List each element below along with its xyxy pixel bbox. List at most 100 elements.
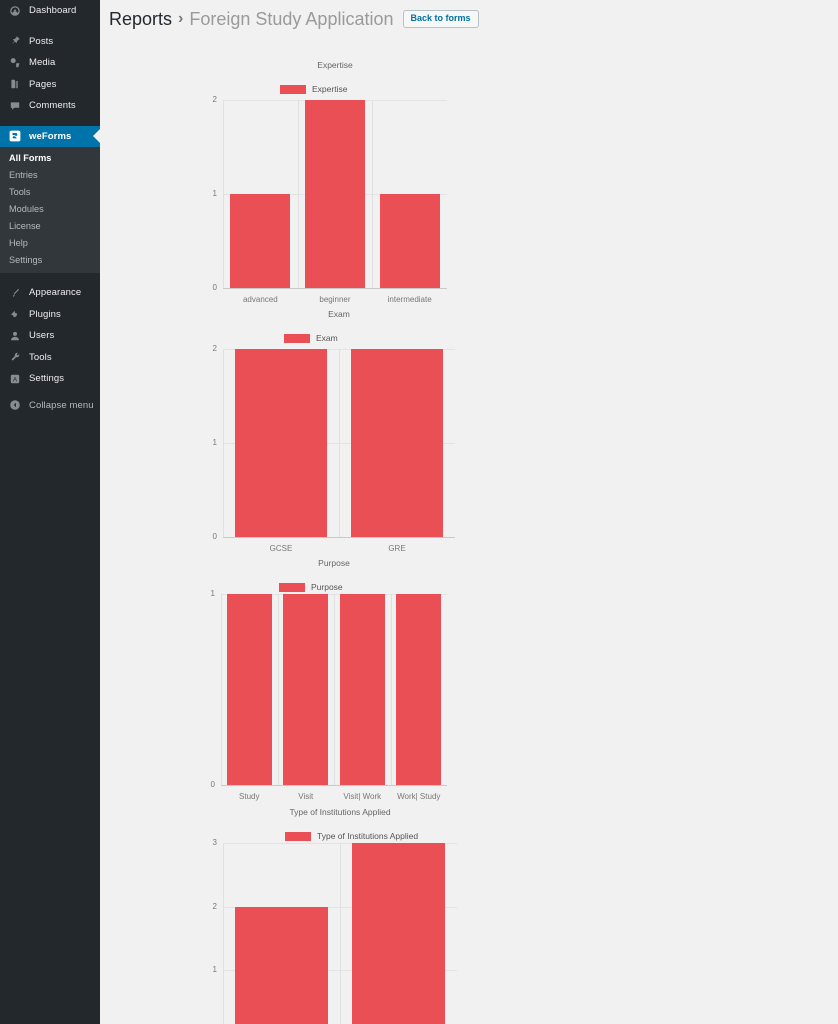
sidebar-item-plugins[interactable]: Plugins	[0, 304, 100, 326]
legend-swatch	[284, 333, 310, 343]
chart-legend[interactable]: Type of Institutions Applied	[285, 831, 418, 841]
chart-bar[interactable]	[283, 594, 329, 785]
submenu-item-all-forms[interactable]: All Forms	[0, 150, 100, 167]
chart-bar[interactable]	[234, 349, 328, 537]
sidebar-item-label: Comments	[29, 100, 76, 112]
chart-bar[interactable]	[339, 594, 385, 785]
svg-text:A: A	[12, 377, 16, 383]
x-axis-line	[221, 785, 447, 786]
x-axis-tick: Visit| Work	[343, 792, 382, 801]
x-axis-tick: advanced	[242, 295, 278, 304]
sidebar-item-dashboard[interactable]: Dashboard	[0, 0, 100, 22]
sidebar-item-label: Pages	[29, 78, 57, 90]
sidebar-item-label: Dashboard	[29, 5, 77, 17]
x-axis-tick: Study	[239, 792, 260, 801]
sidebar-item-comments[interactable]: Comments	[0, 95, 100, 117]
category-gridline	[223, 100, 224, 288]
weforms-submenu: All Forms Entries Tools Modules License …	[0, 147, 100, 273]
y-axis-tick: 2	[212, 344, 217, 353]
sidebar-divider	[0, 273, 100, 282]
chart-bar[interactable]	[351, 843, 446, 1024]
sidebar-item-tools[interactable]: Tools	[0, 347, 100, 369]
sidebar-item-label: Appearance	[29, 287, 82, 299]
chart-bar[interactable]	[234, 906, 329, 1024]
x-axis-line	[223, 288, 447, 289]
sidebar-divider	[0, 22, 100, 31]
category-gridline	[223, 843, 224, 1024]
breadcrumb-reports[interactable]: Reports	[109, 9, 172, 30]
comment-icon	[8, 99, 21, 112]
weforms-icon	[8, 130, 21, 143]
x-axis-tick: Work| Study	[397, 792, 441, 801]
collapse-icon	[8, 399, 21, 412]
chart-bar[interactable]	[396, 594, 442, 785]
submenu-item-modules[interactable]: Modules	[0, 201, 100, 218]
sidebar-item-label: Collapse menu	[29, 399, 94, 411]
sidebar-item-weforms[interactable]: weForms	[0, 125, 100, 147]
y-axis-tick: 2	[212, 901, 217, 911]
back-to-forms-button[interactable]: Back to forms	[402, 10, 479, 28]
sidebar-item-label: Users	[29, 330, 55, 342]
admin-page: Dashboard Posts Media Pages Comments weF…	[0, 0, 838, 1024]
sidebar-item-label: weForms	[29, 130, 72, 142]
sidebar-divider	[0, 117, 100, 126]
chart-bar[interactable]	[379, 194, 440, 288]
y-axis-tick: 3	[212, 838, 217, 847]
submenu-item-entries[interactable]: Entries	[0, 167, 100, 184]
brush-icon	[8, 286, 21, 299]
chart-title: Expertise	[317, 60, 353, 70]
sidebar-item-label: Posts	[29, 35, 54, 47]
legend-label: Purpose	[311, 582, 343, 592]
page-title: Foreign Study Application	[189, 8, 394, 29]
x-axis-tick: GRE	[388, 544, 406, 553]
y-axis-tick: 2	[212, 95, 217, 104]
sidebar-item-media[interactable]: Media	[0, 52, 100, 74]
chart-title: Purpose	[318, 558, 350, 568]
y-axis-tick: 1	[212, 965, 217, 975]
x-axis-tick: Visit	[298, 792, 314, 801]
x-axis-tick: beginner	[319, 295, 351, 304]
sidebar-item-posts[interactable]: Posts	[0, 31, 100, 53]
chevron-right-icon: ›	[178, 10, 184, 27]
legend-label: Type of Institutions Applied	[317, 831, 419, 841]
legend-label: Exam	[316, 333, 338, 343]
wrench-icon	[8, 351, 21, 364]
legend-label: Expertise	[312, 84, 348, 94]
chart-title: Type of Institutions Applied	[289, 807, 391, 817]
sidebar-item-collapse[interactable]: Collapse menu	[0, 395, 100, 417]
x-axis-tick: GCSE	[269, 544, 293, 553]
breadcrumb: Reports › Foreign Study Application Back…	[100, 0, 838, 30]
sidebar-item-users[interactable]: Users	[0, 325, 100, 347]
legend-swatch	[279, 582, 305, 592]
admin-sidebar: Dashboard Posts Media Pages Comments weF…	[0, 0, 100, 1024]
y-axis-tick: 0	[212, 532, 217, 541]
sidebar-item-label: Settings	[29, 373, 65, 385]
category-gridline	[297, 100, 299, 288]
x-axis-tick: intermediate	[387, 295, 432, 304]
user-icon	[8, 329, 21, 342]
x-axis-line	[223, 537, 455, 538]
category-gridline	[339, 349, 340, 537]
submenu-item-tools[interactable]: Tools	[0, 184, 100, 201]
chart-legend[interactable]: Purpose	[279, 582, 343, 592]
category-gridline	[372, 100, 374, 288]
pin-icon	[8, 35, 21, 48]
chart-legend[interactable]: Expertise	[280, 84, 347, 94]
y-axis-tick: 0	[210, 780, 215, 789]
main-content: Reports › Foreign Study Application Back…	[100, 0, 838, 1024]
submenu-item-help[interactable]: Help	[0, 235, 100, 252]
submenu-item-license[interactable]: License	[0, 218, 100, 235]
chart-bar[interactable]	[305, 100, 365, 288]
sidebar-item-pages[interactable]: Pages	[0, 74, 100, 96]
chart-legend[interactable]: Exam	[284, 333, 338, 343]
submenu-item-settings[interactable]: Settings	[0, 252, 100, 269]
category-gridline	[221, 594, 222, 785]
chart-bar[interactable]	[226, 594, 272, 785]
sidebar-item-settings[interactable]: A Settings	[0, 368, 100, 390]
sidebar-item-label: Media	[29, 57, 56, 69]
chart-bar[interactable]	[350, 349, 444, 537]
category-gridline	[223, 349, 224, 537]
y-axis-tick: 1	[212, 189, 217, 198]
chart-bar[interactable]	[230, 194, 291, 288]
sidebar-item-appearance[interactable]: Appearance	[0, 282, 100, 304]
